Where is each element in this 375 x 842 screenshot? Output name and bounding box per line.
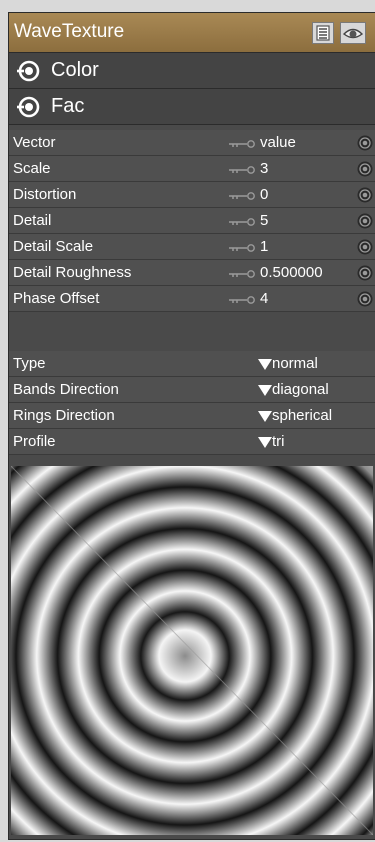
list-icon[interactable]: [312, 22, 334, 44]
key-icon: [229, 244, 255, 252]
input-label: Detail: [13, 212, 52, 229]
key-icon: [229, 140, 255, 148]
node-title: WaveTexture: [14, 21, 125, 42]
dropdown-value[interactable]: normal: [272, 355, 318, 372]
input-socket-icon[interactable]: [357, 291, 373, 307]
wave-texture-node[interactable]: WaveTexture Color Fac Vector value Scale…: [8, 12, 375, 840]
dropdown-label: Type: [13, 355, 46, 372]
input-label: Detail Roughness: [13, 264, 132, 281]
key-icon: [229, 296, 255, 304]
key-icon: [229, 270, 255, 278]
dropdown-label: Rings Direction: [13, 407, 115, 424]
output-label: Color: [51, 59, 99, 81]
input-label: Distortion: [13, 186, 77, 203]
output-socket-icon[interactable]: [17, 95, 41, 119]
input-socket-icon[interactable]: [357, 187, 373, 203]
input-value[interactable]: 0.500000: [260, 264, 323, 281]
triangle-down-icon[interactable]: [258, 358, 272, 370]
triangle-down-icon[interactable]: [258, 384, 272, 396]
key-icon: [229, 218, 255, 226]
input-row-vector[interactable]: Vector value: [9, 130, 375, 156]
input-label: Detail Scale: [13, 238, 94, 255]
input-row-detail-roughness[interactable]: Detail Roughness 0.500000: [9, 260, 375, 286]
input-socket-icon[interactable]: [357, 239, 373, 255]
input-label: Phase Offset: [13, 290, 100, 307]
output-socket-icon[interactable]: [17, 59, 41, 83]
input-value[interactable]: 0: [260, 186, 268, 203]
input-socket-icon[interactable]: [357, 213, 373, 229]
key-icon: [229, 166, 255, 174]
input-label: Vector: [13, 134, 56, 151]
texture-preview: [11, 466, 373, 835]
input-row-detail[interactable]: Detail 5: [9, 208, 375, 234]
dropdown-value[interactable]: tri: [272, 433, 285, 450]
input-row-distortion[interactable]: Distortion 0: [9, 182, 375, 208]
eye-icon[interactable]: [340, 22, 366, 44]
input-socket-icon[interactable]: [357, 265, 373, 281]
dropdown-label: Profile: [13, 433, 56, 450]
input-value[interactable]: 4: [260, 290, 268, 307]
key-icon: [229, 192, 255, 200]
output-fac[interactable]: Fac: [9, 89, 375, 125]
input-value[interactable]: 3: [260, 160, 268, 177]
dropdown-label: Bands Direction: [13, 381, 119, 398]
input-value[interactable]: 1: [260, 238, 268, 255]
node-title-bar[interactable]: WaveTexture: [9, 13, 375, 53]
dropdown-row-bands-direction[interactable]: Bands Direction diagonal: [9, 377, 375, 403]
dropdown-value[interactable]: diagonal: [272, 381, 329, 398]
dropdown-row-type[interactable]: Type normal: [9, 351, 375, 377]
input-row-phase-offset[interactable]: Phase Offset 4: [9, 286, 375, 312]
triangle-down-icon[interactable]: [258, 436, 272, 448]
input-value[interactable]: value: [260, 134, 296, 151]
input-label: Scale: [13, 160, 51, 177]
input-row-scale[interactable]: Scale 3: [9, 156, 375, 182]
output-color[interactable]: Color: [9, 53, 375, 89]
dropdown-value[interactable]: spherical: [272, 407, 332, 424]
input-value[interactable]: 5: [260, 212, 268, 229]
output-label: Fac: [51, 95, 85, 117]
input-row-detail-scale[interactable]: Detail Scale 1: [9, 234, 375, 260]
dropdown-row-profile[interactable]: Profile tri: [9, 429, 375, 455]
input-socket-icon[interactable]: [357, 135, 373, 151]
input-socket-icon[interactable]: [357, 161, 373, 177]
dropdown-row-rings-direction[interactable]: Rings Direction spherical: [9, 403, 375, 429]
triangle-down-icon[interactable]: [258, 410, 272, 422]
